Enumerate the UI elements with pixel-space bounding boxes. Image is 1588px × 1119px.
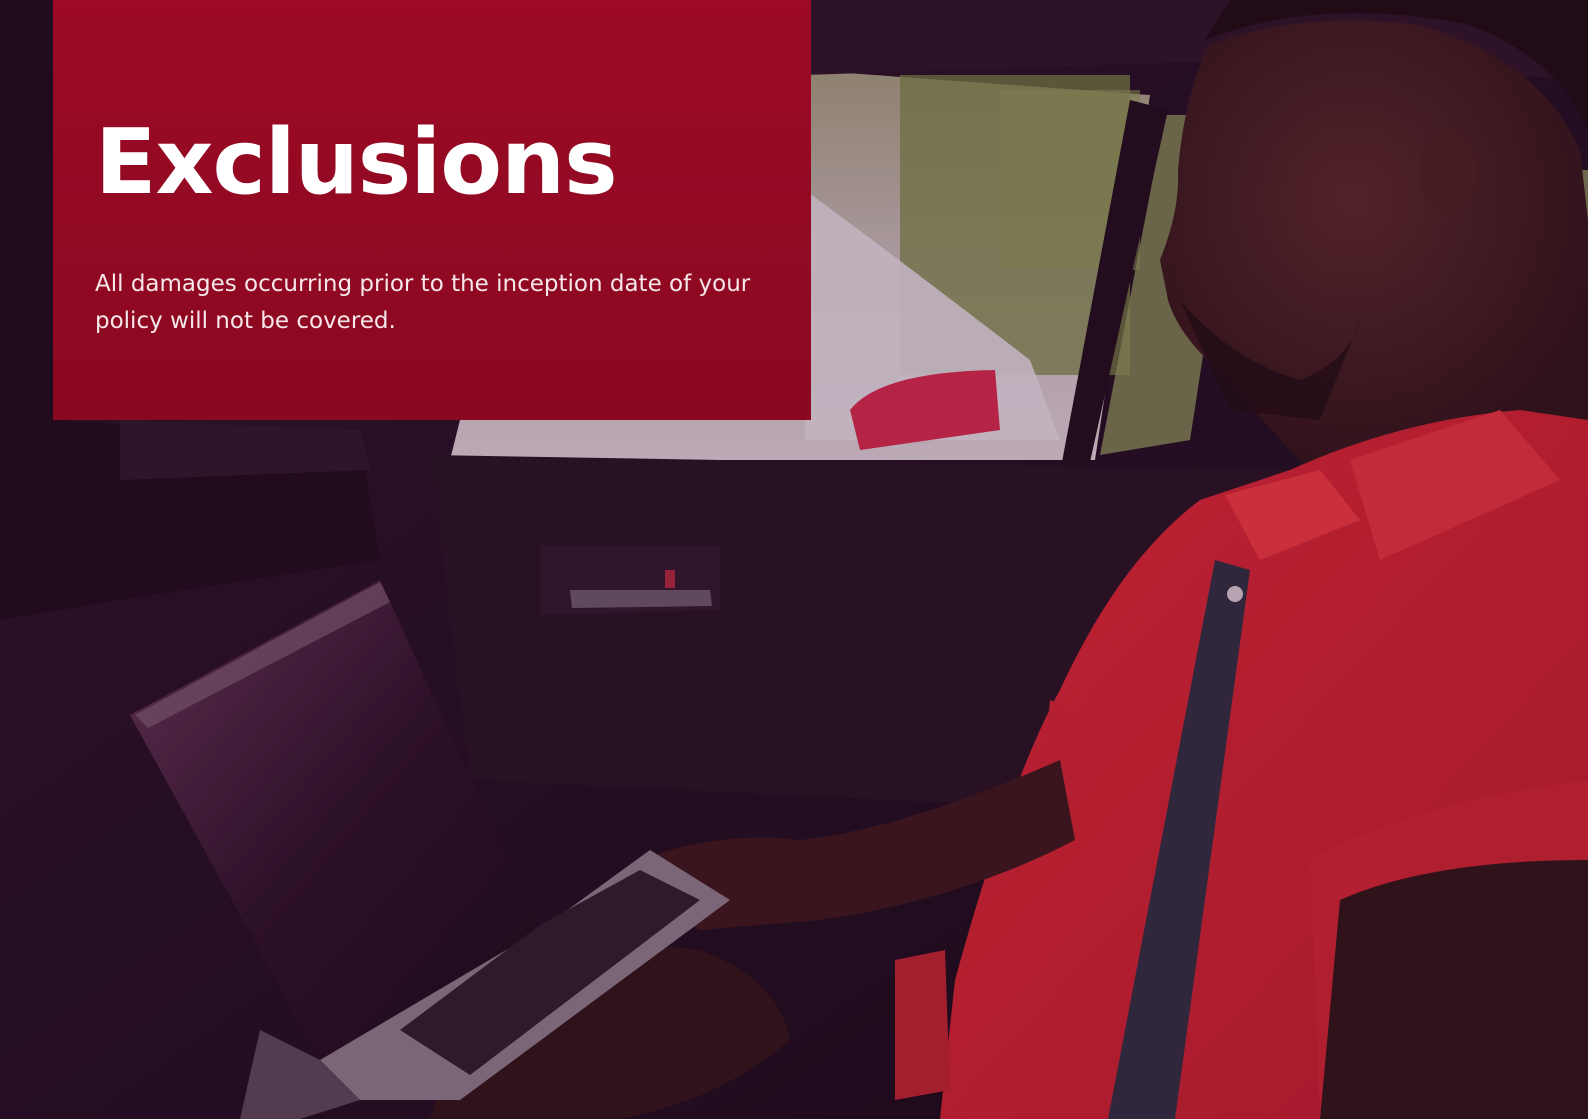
exclusions-page: Exclusions All damages occurring prior t… — [0, 0, 1588, 1119]
exclusion-description: All damages occurring prior to the incep… — [95, 271, 751, 334]
hero-card: Exclusions All damages occurring prior t… — [53, 0, 811, 420]
page-title: Exclusions — [95, 110, 618, 215]
